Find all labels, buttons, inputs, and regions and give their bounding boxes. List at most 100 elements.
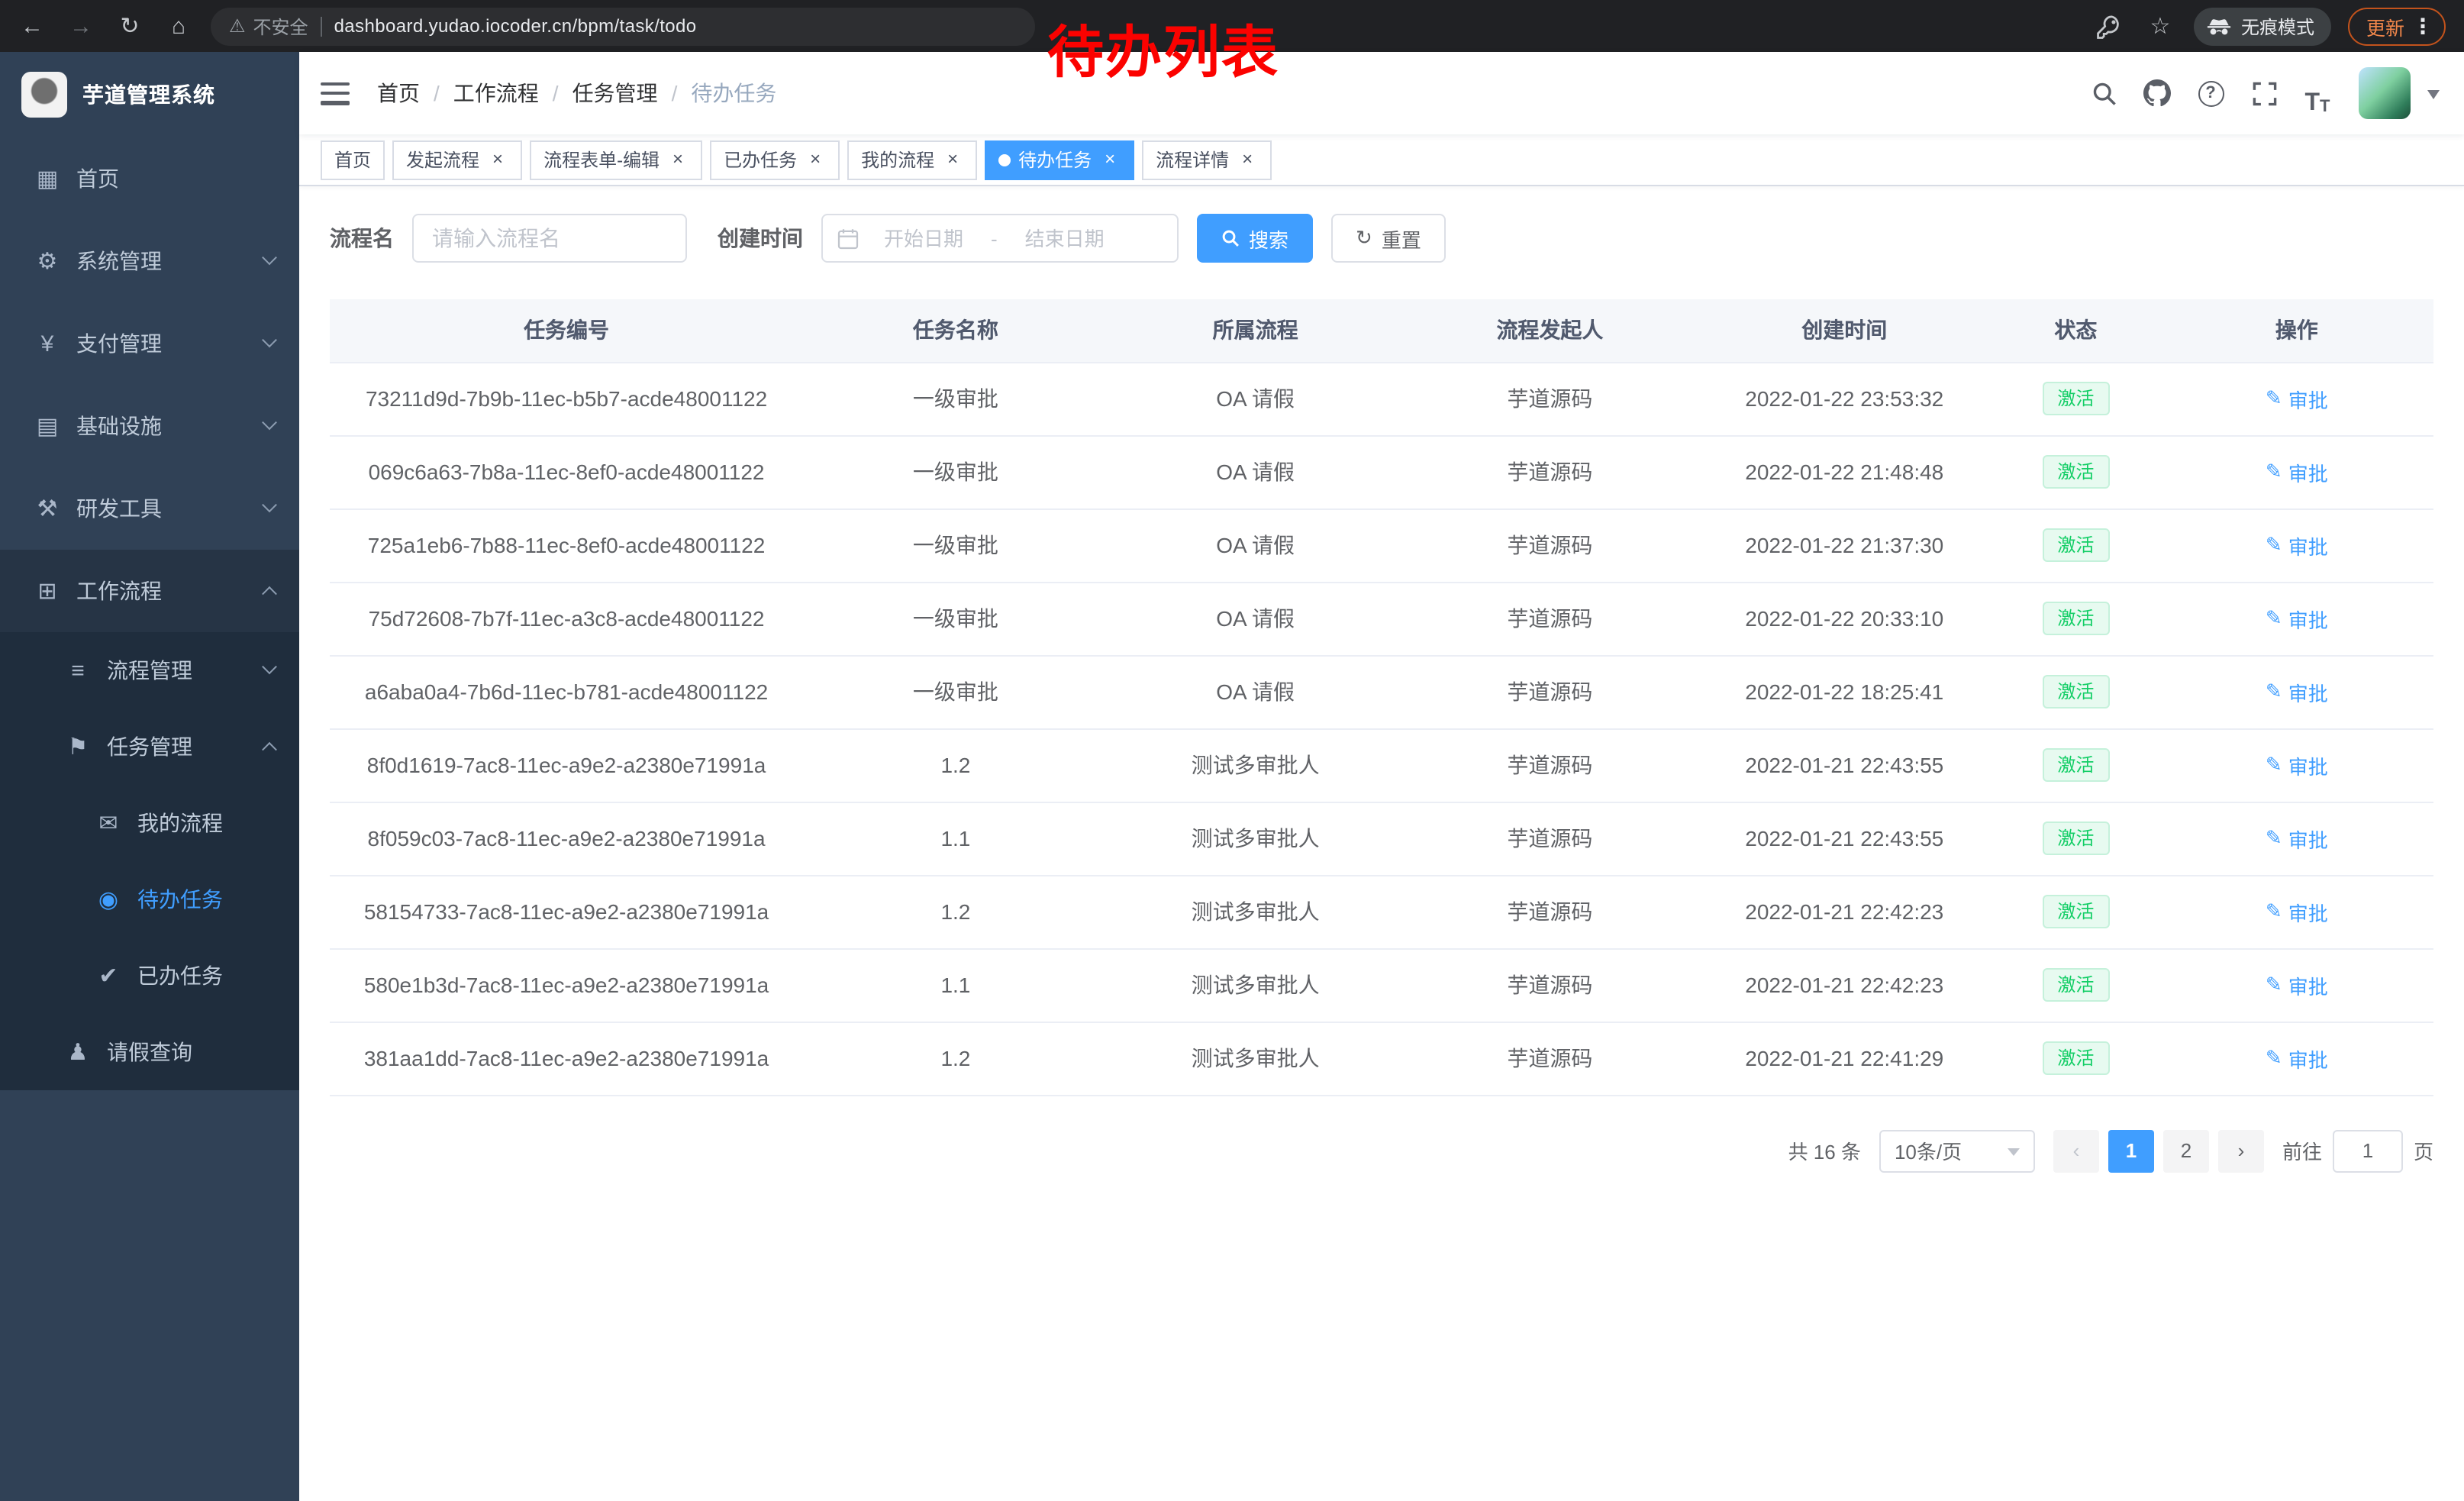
sidebar-item-workflow[interactable]: ⊞ 工作流程	[0, 550, 299, 632]
browser-reload-button[interactable]: ↻	[110, 6, 150, 46]
breadcrumb-home[interactable]: 首页	[377, 78, 420, 108]
close-icon[interactable]: ×	[1099, 149, 1121, 170]
sidebar: 芋道管理系统 ▦ 首页 ⚙ 系统管理 ¥ 支付管理 ▤ 基础设施	[0, 52, 299, 1501]
search-icon[interactable]	[2082, 70, 2125, 116]
start-date-input[interactable]	[866, 227, 982, 250]
tab-my-processes[interactable]: 我的流程 ×	[847, 140, 977, 179]
page-button-1[interactable]: 1	[2108, 1129, 2154, 1172]
date-range-picker[interactable]: -	[821, 214, 1179, 263]
approve-button[interactable]: ✎审批	[2266, 531, 2328, 560]
approve-button[interactable]: ✎审批	[2266, 604, 2328, 633]
approve-button[interactable]: ✎审批	[2266, 970, 2328, 999]
eye-icon: ◉	[92, 886, 125, 913]
edit-icon: ✎	[2266, 826, 2282, 851]
address-bar[interactable]: ⚠ 不安全 dashboard.yudao.iocoder.cn/bpm/tas…	[211, 7, 1035, 45]
avatar-caret-icon[interactable]	[2427, 90, 2440, 105]
flag-icon: ⚑	[61, 733, 95, 760]
incognito-label: 无痕模式	[2241, 13, 2314, 39]
password-key-icon[interactable]	[2093, 9, 2127, 43]
close-icon[interactable]: ×	[942, 149, 963, 170]
chevron-up-icon	[262, 586, 277, 601]
process-name-input[interactable]	[412, 214, 687, 263]
sidebar-item-process-management[interactable]: ≡ 流程管理	[0, 632, 299, 709]
next-page-button[interactable]: ›	[2218, 1129, 2264, 1172]
tab-todo-tasks[interactable]: 待办任务 ×	[985, 140, 1134, 179]
goto-unit-label: 页	[2414, 1136, 2433, 1165]
breadcrumb-workflow[interactable]: 工作流程	[453, 78, 539, 108]
font-size-icon[interactable]: TT	[2296, 70, 2339, 116]
browser-menu-icon[interactable]: ⋮	[2412, 13, 2433, 39]
sidebar-item-system-management[interactable]: ⚙ 系统管理	[0, 220, 299, 302]
sidebar-item-task-management[interactable]: ⚑ 任务管理	[0, 709, 299, 785]
edit-icon: ✎	[2266, 533, 2282, 557]
bookmark-star-icon[interactable]: ☆	[2143, 9, 2177, 43]
status-badge: 激活	[2042, 1041, 2109, 1075]
tab-start-process[interactable]: 发起流程 ×	[392, 140, 522, 179]
breadcrumb-task-management[interactable]: 任务管理	[572, 78, 658, 108]
browser-back-button[interactable]: ←	[12, 6, 52, 46]
sidebar-item-todo-tasks[interactable]: ◉ 待办任务	[0, 861, 299, 938]
sidebar-item-my-processes[interactable]: ✉ 我的流程	[0, 785, 299, 861]
user-avatar[interactable]	[2359, 67, 2411, 119]
end-date-input[interactable]	[1007, 227, 1123, 250]
browser-forward-button[interactable]: →	[61, 6, 101, 46]
approve-button[interactable]: ✎审批	[2266, 1044, 2328, 1073]
goto-page-input[interactable]	[2333, 1129, 2403, 1172]
fullscreen-icon[interactable]	[2243, 70, 2285, 116]
update-button[interactable]: 更新 ⋮	[2348, 7, 2446, 45]
breadcrumb-separator: /	[553, 81, 559, 105]
sidebar-item-infrastructure[interactable]: ▤ 基础设施	[0, 385, 299, 467]
breadcrumb-current: 待办任务	[691, 78, 776, 108]
page-button-2[interactable]: 2	[2163, 1129, 2209, 1172]
sidebar-item-leave-query[interactable]: ♟ 请假查询	[0, 1014, 299, 1090]
approve-button[interactable]: ✎审批	[2266, 897, 2328, 926]
table-row: 381aa1dd-7ac8-11ec-a9e2-a2380e71991a 1.2…	[330, 1022, 2433, 1095]
tab-done-tasks[interactable]: 已办任务 ×	[710, 140, 840, 179]
close-icon[interactable]: ×	[667, 149, 689, 170]
close-icon[interactable]: ×	[1237, 149, 1258, 170]
prev-page-button[interactable]: ‹	[2053, 1129, 2099, 1172]
workflow-icon: ⊞	[31, 577, 64, 605]
chevron-down-icon	[2008, 1148, 2020, 1161]
github-icon[interactable]	[2136, 70, 2179, 116]
tab-home[interactable]: 首页	[321, 140, 385, 179]
status-badge: 激活	[2042, 968, 2109, 1002]
help-icon[interactable]: ?	[2189, 70, 2232, 116]
chevron-down-icon	[262, 249, 277, 264]
reset-button[interactable]: ↻ 重置	[1331, 214, 1446, 263]
approve-button[interactable]: ✎审批	[2266, 457, 2328, 486]
table-header-row: 任务编号 任务名称 所属流程 流程发起人 创建时间 状态 操作	[330, 299, 2433, 362]
chevron-down-icon	[262, 658, 277, 673]
approve-button[interactable]: ✎审批	[2266, 677, 2328, 706]
close-icon[interactable]: ×	[487, 149, 508, 170]
chevron-up-icon	[262, 741, 277, 757]
tab-process-detail[interactable]: 流程详情 ×	[1142, 140, 1272, 179]
edit-icon: ✎	[2266, 899, 2282, 924]
sidebar-toggle-icon[interactable]	[321, 82, 350, 105]
page-size-select[interactable]: 10条/页	[1879, 1129, 2035, 1172]
table-row: 725a1eb6-7b88-11ec-8ef0-acde48001122 一级审…	[330, 508, 2433, 582]
col-create-time: 创建时间	[1697, 299, 1992, 362]
process-name-label: 流程名	[330, 223, 394, 253]
approve-button[interactable]: ✎审批	[2266, 824, 2328, 853]
search-icon	[1221, 229, 1240, 247]
search-button[interactable]: 搜索	[1197, 214, 1313, 263]
refresh-icon: ↻	[1356, 226, 1372, 250]
sidebar-item-payment-management[interactable]: ¥ 支付管理	[0, 302, 299, 385]
infrastructure-icon: ▤	[31, 412, 64, 440]
tools-icon: ⚒	[31, 495, 64, 522]
breadcrumb: 首页 / 工作流程 / 任务管理 / 待办任务	[377, 78, 776, 108]
approve-button[interactable]: ✎审批	[2266, 750, 2328, 780]
approve-button[interactable]: ✎审批	[2266, 384, 2328, 413]
sidebar-item-home[interactable]: ▦ 首页	[0, 137, 299, 220]
chevron-down-icon	[262, 496, 277, 512]
tab-process-form-edit[interactable]: 流程表单-编辑 ×	[530, 140, 702, 179]
col-process: 所属流程	[1108, 299, 1403, 362]
browser-home-button[interactable]: ⌂	[159, 6, 198, 46]
sidebar-item-dev-tools[interactable]: ⚒ 研发工具	[0, 467, 299, 550]
chevron-down-icon	[262, 331, 277, 347]
app-logo[interactable]: 芋道管理系统	[0, 52, 299, 137]
close-icon[interactable]: ×	[805, 149, 826, 170]
sidebar-item-done-tasks[interactable]: ✔ 已办任务	[0, 938, 299, 1014]
status-badge: 激活	[2042, 382, 2109, 415]
